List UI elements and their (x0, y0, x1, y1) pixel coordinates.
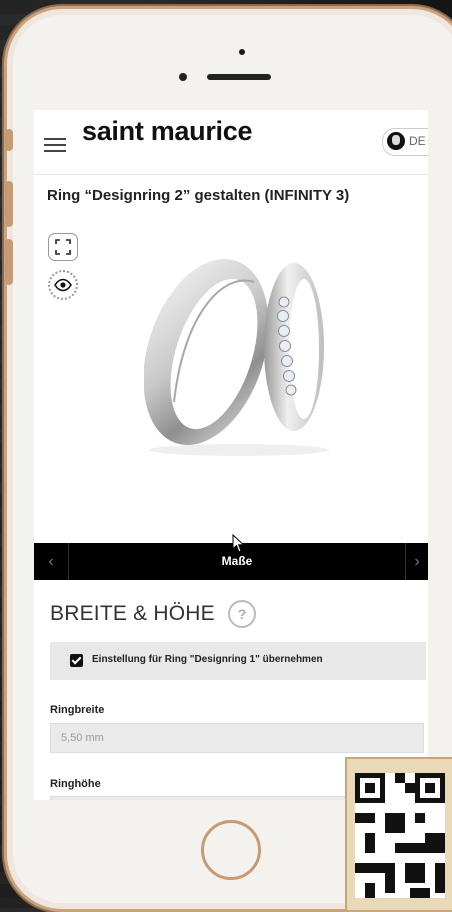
mute-switch (5, 129, 13, 151)
phone-home-button (201, 820, 261, 880)
view-toggle-button[interactable] (48, 270, 78, 300)
qr-code (345, 757, 452, 912)
earpiece-speaker (207, 74, 271, 80)
ring-height-label: Ringhöhe (50, 778, 101, 790)
adopt-settings-label: Einstellung für Ring "Designring 1" über… (92, 654, 323, 665)
volume-down-button (5, 239, 13, 285)
front-camera (239, 49, 245, 55)
ring-width-field[interactable]: 5,50 mm (50, 723, 424, 753)
hamburger-icon[interactable] (44, 138, 66, 152)
volume-up-button (5, 181, 13, 227)
tab-prev-button[interactable]: ‹ (34, 543, 69, 580)
brand-logo[interactable]: saint maurice (82, 116, 252, 147)
globe-icon (387, 132, 405, 150)
tab-next-button[interactable]: › (405, 543, 428, 580)
mouse-cursor-icon (232, 534, 245, 553)
adopt-settings-option[interactable]: Einstellung für Ring "Designring 1" über… (50, 642, 426, 680)
page-title: Ring “Designring 2” gestalten (INFINITY … (47, 187, 350, 204)
fullscreen-button[interactable] (48, 233, 78, 261)
configurator-tab-bar: ‹ Maße › (34, 543, 428, 580)
phone-screen: saint maurice DE Ring “Designring 2” ges… (34, 110, 428, 800)
fullscreen-icon (55, 239, 71, 255)
site-header: saint maurice DE (34, 110, 428, 175)
ring-width-value: 5,50 mm (61, 732, 104, 744)
language-selector[interactable]: DE (382, 128, 428, 156)
qr-pattern (355, 773, 445, 898)
help-icon[interactable]: ? (228, 600, 256, 628)
language-label: DE (409, 134, 426, 148)
eye-icon (54, 278, 72, 292)
ring-preview-image (144, 258, 329, 456)
section-title: BREITE & HÖHE (50, 602, 215, 625)
adopt-settings-checkbox[interactable] (70, 654, 83, 667)
ring-width-label: Ringbreite (50, 704, 105, 716)
proximity-sensor (179, 73, 187, 81)
